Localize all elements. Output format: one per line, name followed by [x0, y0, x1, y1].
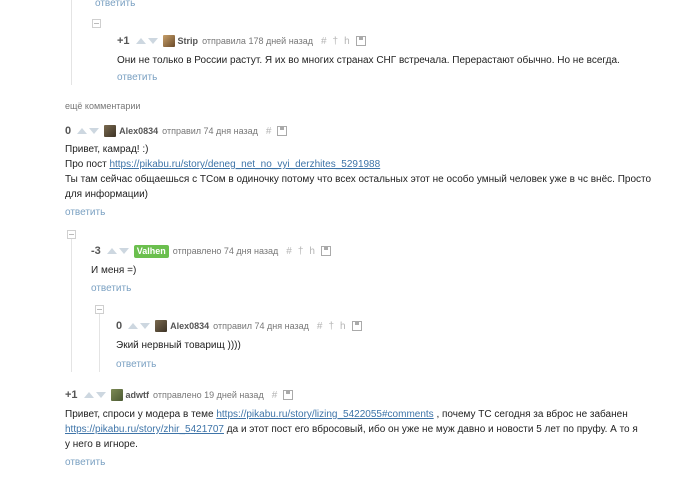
thread-line	[71, 0, 72, 85]
downvote-icon[interactable]	[147, 38, 158, 44]
comment-text: Привет, спроси у модера в теме https://p…	[65, 407, 695, 452]
branch-icon[interactable]: h	[344, 36, 350, 47]
more-comments-link[interactable]: ещё комментарии	[65, 101, 140, 111]
branch-icon[interactable]: h	[309, 246, 315, 257]
comment-text-segment: Привет, спроси у модера в теме	[65, 409, 217, 420]
comment-rating: +1	[117, 35, 130, 47]
avatar[interactable]	[155, 320, 168, 332]
comment-text-segment: Про пост	[65, 159, 110, 170]
comment-time: отправил 74 дня назад	[162, 126, 258, 136]
comment-line: Про пост https://pikabu.ru/story/deneg_n…	[65, 157, 695, 172]
reply-link[interactable]: ответить	[91, 283, 131, 294]
comment-link-icon[interactable]: #	[272, 390, 278, 401]
comment-time: отправила 178 дней назад	[202, 36, 313, 46]
save-icon[interactable]	[351, 321, 362, 331]
branch-icon[interactable]: h	[340, 321, 346, 332]
upvote-icon[interactable]	[106, 248, 117, 254]
comment-line: https://pikabu.ru/story/zhir_5421707 да …	[65, 422, 695, 437]
comment-line: Привет, спроси у модера в теме https://p…	[65, 407, 695, 422]
thread-line	[71, 237, 72, 372]
username-valhen[interactable]: Valhen	[133, 244, 169, 258]
comment-text-segment: да и этот пост его вбросовый, ибо он уже…	[223, 424, 638, 435]
comment-text: Экий нервный товарищ ))))	[116, 340, 241, 351]
comment-line: Привет, камрад! :)	[65, 144, 149, 155]
comment-time: отправлено 19 дней назад	[153, 390, 264, 400]
reply-link[interactable]: ответить	[65, 457, 105, 468]
story-link[interactable]: https://pikabu.ru/story/deneg_net_no_vyi…	[109, 159, 380, 170]
collapse-toggle[interactable]	[67, 230, 76, 239]
pin-icon[interactable]: †	[328, 321, 334, 332]
save-icon[interactable]	[355, 36, 366, 46]
comment-link-icon[interactable]: #	[286, 246, 292, 257]
comment-link-icon[interactable]: #	[317, 321, 323, 332]
downvote-icon[interactable]	[140, 323, 151, 329]
comment-time: отправлено 74 дня назад	[172, 246, 279, 256]
upvote-icon[interactable]	[77, 128, 88, 134]
save-icon[interactable]	[320, 246, 331, 256]
pin-icon[interactable]: †	[333, 36, 339, 47]
comment-header-valhen: -3 Valhen отправлено 74 дня назад # † h	[91, 244, 331, 258]
comment-header-adwtf: +1 adwtf отправлено 19 дней назад #	[65, 388, 294, 402]
comment-link-icon[interactable]: #	[266, 126, 272, 137]
comment-line: Ты там сейчас общаешься с ТСом в одиночк…	[65, 174, 652, 185]
collapse-toggle[interactable]	[92, 19, 101, 28]
thread-line	[99, 312, 100, 372]
avatar[interactable]	[110, 389, 123, 401]
comment-text-segment: , почему ТС сегодня за вброс не забанен	[433, 409, 628, 420]
comment-line: у него в игноре.	[65, 439, 138, 450]
username-adwtf[interactable]: adwtf	[126, 390, 150, 400]
upvote-icon[interactable]	[83, 392, 94, 398]
comment-header-strip: +1 Strip отправила 178 дней назад # † h	[117, 34, 366, 48]
avatar[interactable]	[104, 125, 117, 137]
upvote-icon[interactable]	[135, 38, 146, 44]
comment-line: для информации)	[65, 189, 148, 200]
username-alex0834[interactable]: Alex0834	[119, 126, 158, 136]
comment-text: Привет, камрад! :) Про пост https://pika…	[65, 142, 695, 202]
story-link[interactable]: https://pikabu.ru/story/zhir_5421707	[65, 424, 224, 435]
avatar[interactable]	[162, 35, 175, 47]
story-link[interactable]: https://pikabu.ru/story/lizing_5422055#c…	[216, 409, 433, 420]
comment-link-icon[interactable]: #	[321, 36, 327, 47]
comment-time: отправил 74 дня назад	[213, 321, 309, 331]
comment-rating: -3	[91, 245, 101, 257]
comment-header-alex-nested: 0 Alex0834 отправил 74 дня назад # † h	[116, 319, 362, 333]
downvote-icon[interactable]	[118, 248, 129, 254]
pin-icon[interactable]: †	[298, 246, 304, 257]
save-icon[interactable]	[277, 126, 288, 136]
downvote-icon[interactable]	[95, 392, 106, 398]
comment-rating: 0	[65, 125, 72, 137]
comment-text: И меня =)	[91, 265, 137, 276]
username-alex0834[interactable]: Alex0834	[170, 321, 209, 331]
comment-text: Они не только в России растут. Я их во м…	[117, 55, 620, 66]
collapse-toggle[interactable]	[95, 305, 104, 314]
reply-link[interactable]: ответить	[116, 359, 156, 370]
downvote-icon[interactable]	[89, 128, 100, 134]
reply-link[interactable]: ответить	[65, 207, 105, 218]
upvote-icon[interactable]	[128, 323, 139, 329]
reply-link[interactable]: ответить	[117, 72, 157, 83]
comment-header-alex: 0 Alex0834 отправил 74 дня назад #	[65, 124, 288, 138]
username-strip[interactable]: Strip	[178, 36, 199, 46]
save-icon[interactable]	[283, 390, 294, 400]
reply-link-top[interactable]: ответить	[95, 0, 135, 9]
comment-rating: +1	[65, 389, 78, 401]
comment-rating: 0	[116, 320, 123, 332]
